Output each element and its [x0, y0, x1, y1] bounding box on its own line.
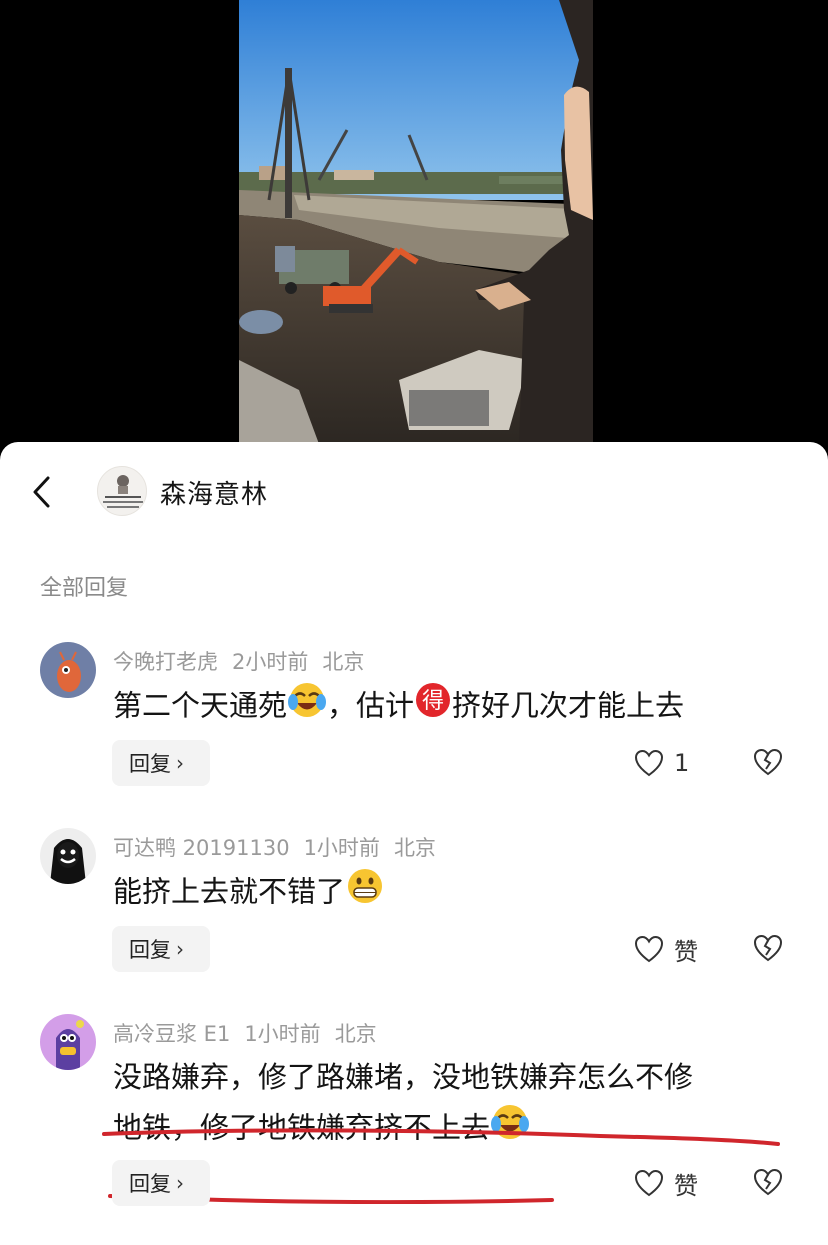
heart-icon: [634, 749, 664, 777]
laugh-cry-emoji-icon: [287, 680, 327, 735]
time: 2小时前: [232, 650, 309, 674]
reply-button[interactable]: 回复 ›: [112, 740, 210, 786]
de-badge-icon: 得: [414, 681, 452, 734]
broken-heart-icon: [753, 1168, 783, 1196]
heart-icon: [634, 1169, 664, 1197]
broken-heart-icon: [753, 748, 783, 776]
video-player[interactable]: [0, 0, 828, 462]
location: 北京: [393, 836, 436, 860]
grin-emoji-icon: [345, 866, 385, 921]
chevron-right-icon: ›: [176, 1171, 184, 1195]
comment-text-line-1: 没路嫌弃，修了路嫌堵，没地铁嫌弃怎么不修: [113, 1060, 694, 1094]
sheet-header: 森海意林: [0, 442, 828, 542]
comment-meta: 今晚打老虎 2小时前 北京: [113, 646, 378, 676]
back-button[interactable]: [26, 472, 60, 512]
like-button[interactable]: 赞: [634, 929, 714, 969]
dislike-button[interactable]: [752, 933, 784, 965]
author-name[interactable]: 森海意林: [160, 474, 268, 511]
chevron-right-icon: ›: [176, 751, 184, 775]
video-frame: [239, 0, 593, 444]
time: 1小时前: [244, 1022, 321, 1046]
chevron-right-icon: ›: [176, 937, 184, 961]
like-button[interactable]: 赞: [634, 1163, 714, 1203]
reply-button[interactable]: 回复 ›: [112, 1160, 210, 1206]
location: 北京: [334, 1022, 377, 1046]
comment-meta: 高冷豆浆 E1 1小时前 北京: [113, 1018, 391, 1048]
dislike-button[interactable]: [752, 747, 784, 779]
comment-text: 能挤上去就不错了: [113, 866, 793, 921]
dislike-button[interactable]: [752, 1167, 784, 1199]
user-avatar[interactable]: [40, 1014, 96, 1070]
chevron-left-icon: [33, 476, 50, 508]
comment-meta: 可达鸭 20191130 1小时前 北京: [113, 832, 450, 862]
laugh-cry-emoji-icon: [490, 1102, 530, 1157]
location: 北京: [322, 650, 365, 674]
user-avatar[interactable]: [40, 642, 96, 698]
username[interactable]: 今晚打老虎: [113, 650, 218, 674]
comment-text: 第二个天通苑 ，估计得挤好几次才能上去: [113, 680, 793, 735]
author-avatar[interactable]: [97, 466, 147, 516]
svg-text:得: 得: [422, 689, 444, 714]
username[interactable]: 可达鸭 20191130: [113, 836, 290, 860]
construction-site-image: [239, 0, 593, 444]
like-button[interactable]: 1: [634, 743, 714, 783]
comment-text: 没路嫌弃，修了路嫌堵，没地铁嫌弃怎么不修 地铁，修了地铁嫌弃挤不上去: [113, 1052, 793, 1157]
username[interactable]: 高冷豆浆 E1: [113, 1022, 230, 1046]
broken-heart-icon: [753, 934, 783, 962]
reply-sheet: 森海意林 全部回复 今晚打老虎 2小时前 北京 第二个天通苑 ，估计得挤好几次才能上去…: [0, 442, 828, 1245]
user-avatar[interactable]: [40, 828, 96, 884]
comment-text-line-2: 地铁，修了地铁嫌弃挤不上去: [113, 1102, 793, 1157]
heart-icon: [634, 935, 664, 963]
reply-button[interactable]: 回复 ›: [112, 926, 210, 972]
time: 1小时前: [303, 836, 380, 860]
all-replies-title: 全部回复: [40, 576, 129, 601]
